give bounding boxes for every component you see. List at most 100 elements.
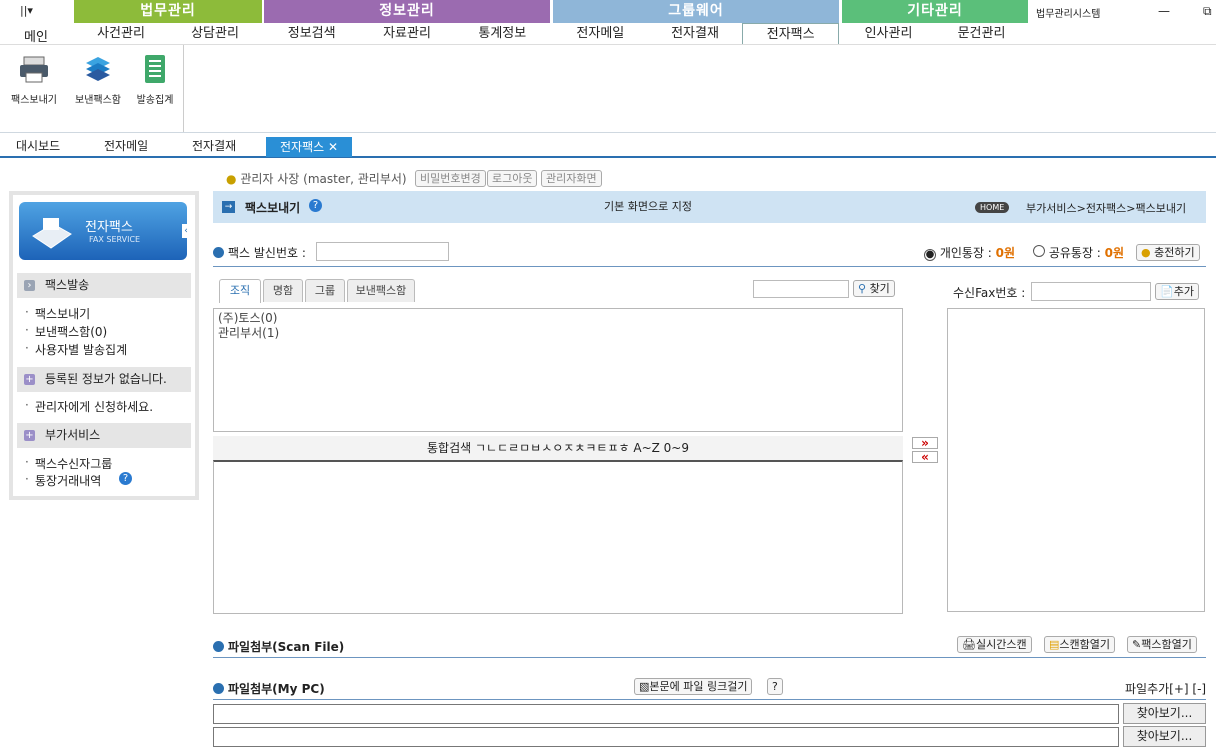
file-path-input-2[interactable] — [213, 727, 1119, 747]
arrow-icon: › — [24, 280, 35, 291]
sidebar-item-user-stats[interactable]: 사용자별 발송집계 — [25, 341, 127, 358]
tab-card[interactable]: 명함 — [263, 279, 303, 302]
checklist-icon — [139, 53, 171, 85]
menu-tab-search[interactable]: 정보검색 — [264, 23, 359, 44]
file-path-input[interactable] — [213, 704, 1119, 724]
menu-group-legal: 법무관리 사건관리 상담관리 — [74, 0, 262, 44]
doctab-fax-active[interactable]: 전자팩스 ✕ — [266, 137, 353, 157]
unified-ranges[interactable]: A~Z 0~9 — [633, 441, 689, 455]
menu-group-info: 정보관리 정보검색 자료관리 통계정보 — [264, 0, 550, 44]
browse-button[interactable]: 찾아보기... — [1123, 703, 1206, 724]
menu-tab-consult[interactable]: 상담관리 — [168, 23, 262, 44]
sidebar-item-send-fax[interactable]: 팩스보내기 — [25, 305, 90, 322]
ribbon: 팩스보내기 보낸팩스함 발송집계 — [0, 44, 1216, 132]
tab-sent-box[interactable]: 보낸팩스함 — [347, 279, 415, 302]
plus-icon: + — [24, 374, 35, 385]
open-scan-box-button[interactable]: ▤스캔함열기 — [1044, 636, 1116, 653]
sidebar-item-recipient-group[interactable]: 팩스수신자그룹 — [25, 455, 112, 472]
add-file-link[interactable]: 파일추가[+] [-] — [1125, 680, 1206, 697]
scanner-icon: 🖨 — [962, 638, 976, 651]
add-icon: 📄 — [1160, 285, 1174, 298]
tab-group[interactable]: 그룹 — [305, 279, 345, 302]
minimize-button[interactable]: — — [1158, 4, 1170, 18]
menu-home[interactable]: 메인 — [24, 26, 48, 45]
sidebar-title: 전자팩스 — [85, 220, 133, 235]
recipient-fax-input[interactable] — [1031, 282, 1151, 301]
shared-account-radio[interactable]: 공유통장 : 0원 — [1033, 244, 1124, 261]
tree-node-company[interactable]: (주)토스(0) — [218, 311, 898, 326]
admin-screen-button[interactable]: 관리자화면 — [541, 170, 602, 187]
document-tabbar: 대시보드 전자메일 전자결재 전자팩스 ✕ — [0, 132, 1216, 158]
doctab-email[interactable]: 전자메일 — [104, 137, 148, 154]
search-button[interactable]: ⚲ 찾기 — [853, 280, 895, 297]
tree-node-dept[interactable]: 관리부서(1) — [218, 326, 898, 341]
send-fax-button[interactable]: 팩스보내기 — [6, 53, 62, 106]
sidebar-item-bank-history[interactable]: 통장거래내역 — [25, 472, 101, 489]
realtime-scan-button[interactable]: 🖨실시간스캔 — [957, 636, 1032, 653]
quick-access-icon[interactable]: ||▾ — [20, 4, 33, 17]
restore-button[interactable]: ⧉ — [1203, 4, 1212, 19]
set-default-link[interactable]: 기본 화면으로 지정 — [604, 198, 692, 214]
doctab-approval[interactable]: 전자결재 — [192, 137, 236, 154]
mypc-file-label: 파일첨부(My PC) — [213, 680, 325, 697]
plus-icon: + — [24, 430, 35, 441]
app-title: 법무관리시스템 — [1036, 9, 1101, 20]
personal-account-radio[interactable]: ● 개인통장 : 0원 — [924, 244, 1015, 261]
menu-group-groupware: 그룹웨어 전자메일 전자결재 전자팩스 — [553, 0, 840, 44]
tab-org[interactable]: 조직 — [219, 279, 261, 303]
sent-fax-box-button[interactable]: 보낸팩스함 — [68, 53, 128, 106]
stack-icon — [82, 53, 114, 85]
menu-tab-approval[interactable]: 전자결재 — [648, 23, 743, 44]
add-recipient-button[interactable]: 📄추가 — [1155, 283, 1199, 300]
send-stats-button[interactable]: 발송집계 — [130, 53, 180, 106]
add-recipient-arrow[interactable]: » — [912, 437, 938, 449]
help-icon[interactable]: ? — [309, 199, 322, 212]
menu-group-title: 법무관리 — [74, 0, 262, 23]
menu-tab-data[interactable]: 자료관리 — [359, 23, 454, 44]
charge-button[interactable]: ● 충전하기 — [1136, 244, 1200, 261]
logout-button[interactable]: 로그아웃 — [487, 170, 538, 187]
collapse-icon[interactable]: ‹ — [182, 224, 190, 238]
recipient-label: 수신Fax번호 : — [953, 286, 1026, 300]
sender-number-input[interactable] — [316, 242, 449, 261]
page-header: → 팩스보내기 ? 기본 화면으로 지정 HOME 부가서비스>전자팩스>팩스보… — [213, 191, 1206, 223]
page-title: 팩스보내기 — [245, 201, 301, 215]
sidebar-section-send[interactable]: › 팩스발송 — [17, 273, 191, 298]
link-file-button[interactable]: ▧본문에 파일 링크걸기 — [634, 678, 753, 695]
menu-tab-doc[interactable]: 문건관리 — [935, 23, 1028, 44]
ribbon-divider — [183, 45, 184, 132]
sidebar-section-registered[interactable]: + 등록된 정보가 없습니다. — [17, 367, 191, 392]
coin-icon: ● — [1141, 246, 1151, 259]
divider — [213, 699, 1206, 700]
menu-tab-fax[interactable]: 전자팩스 — [742, 23, 840, 44]
home-badge[interactable]: HOME — [975, 202, 1010, 213]
menu-tab-email[interactable]: 전자메일 — [553, 23, 648, 44]
help-button[interactable]: ? — [767, 678, 783, 695]
change-password-button[interactable]: 비밀번호변경 — [415, 170, 486, 187]
search-icon: ⚲ — [858, 282, 867, 295]
user-info: ● 관리자 사장 (master, 관리부서) — [226, 170, 407, 187]
menu-group-etc: 기타관리 인사관리 문건관리 — [842, 0, 1028, 44]
menu-tab-case[interactable]: 사건관리 — [74, 23, 168, 44]
arrow-right-icon: → — [222, 201, 235, 213]
unified-label: 통합검색 — [426, 441, 472, 455]
org-search-input[interactable] — [753, 280, 849, 298]
open-fax-box-button[interactable]: ✎팩스함열기 — [1127, 636, 1197, 653]
help-icon[interactable]: ? — [119, 472, 132, 485]
menu-tab-stats[interactable]: 통계정보 — [455, 23, 550, 44]
browse-button-2[interactable]: 찾아보기... — [1123, 726, 1206, 747]
unified-letters[interactable]: ㄱㄴㄷㄹㅁㅂㅅㅇㅈㅊㅋㅌㅍㅎ — [475, 441, 630, 455]
menu-tab-hr[interactable]: 인사관리 — [842, 23, 935, 44]
contact-list — [213, 460, 903, 614]
section-label: 등록된 정보가 없습니다. — [45, 372, 167, 386]
menu-group-title: 그룹웨어 — [553, 0, 839, 23]
remove-recipient-arrow[interactable]: « — [912, 451, 938, 463]
scan-file-label: 파일첨부(Scan File) — [213, 638, 344, 655]
bullet-icon — [213, 641, 224, 652]
sidebar-item-apply[interactable]: 관리자에게 신청하세요. — [25, 398, 153, 415]
sidebar: 전자팩스 FAX SERVICE ‹ ›팩스발송 팩스보내기 보낸팩스함(0) … — [9, 191, 199, 500]
doctab-dashboard[interactable]: 대시보드 — [16, 137, 60, 154]
sidebar-item-sent-box[interactable]: 보낸팩스함(0) — [25, 323, 107, 340]
sidebar-section-addon[interactable]: + 부가서비스 — [17, 423, 191, 448]
recipient-list[interactable] — [947, 308, 1205, 612]
